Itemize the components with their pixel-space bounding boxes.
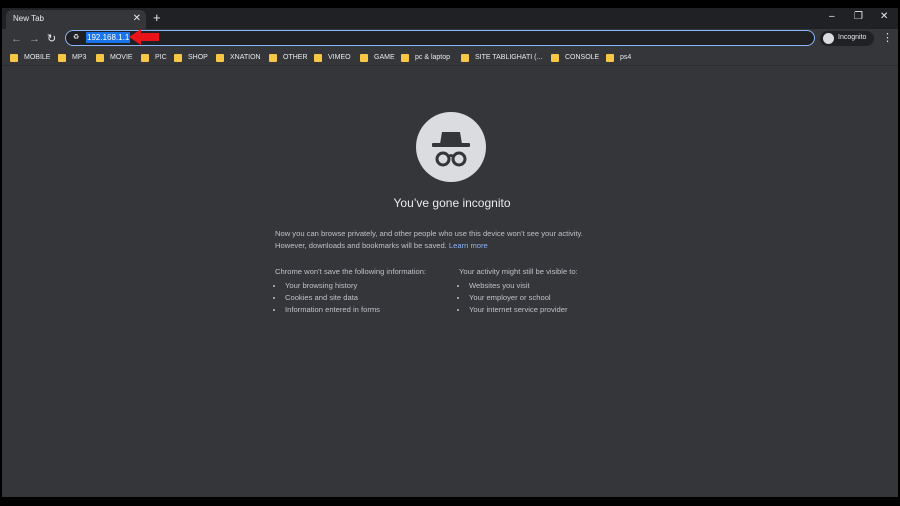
folder-icon — [141, 54, 149, 62]
list-item: Your browsing history — [284, 280, 455, 292]
bookmark-label: OTHER — [283, 54, 308, 61]
bookmark-label: GAME — [374, 54, 395, 61]
red-arrow-icon — [129, 29, 159, 45]
folder-icon — [10, 54, 18, 62]
bookmark-label: MOBILE — [24, 54, 51, 61]
folder-icon — [360, 54, 368, 62]
not-saved-title: Chrome won’t save the following informat… — [275, 267, 427, 276]
still-visible-title: Your activity might still be visible to: — [459, 267, 578, 276]
close-icon[interactable]: ✕ — [133, 13, 141, 25]
bookmark-label: MOVIE — [110, 54, 133, 61]
plus-icon[interactable]: + — [153, 11, 161, 24]
incognito-icon — [416, 112, 486, 182]
bookmark-label: VIMEO — [328, 54, 351, 61]
browser-window: New Tab ✕ + – ❐ ✕ ← → ↻ ♻ 192.168.1.1 In… — [2, 8, 898, 497]
window-close-icon[interactable]: ✕ — [880, 11, 888, 23]
folder-icon — [216, 54, 224, 62]
bookmarks-bar: MOBILE MP3 MOVIE PIC SHOP XNATION OTHER — [2, 51, 898, 66]
folder-icon — [58, 54, 66, 62]
arrow-right-icon[interactable]: → — [29, 32, 40, 46]
bookmark-label: ps4 — [620, 54, 632, 61]
site-info-icon[interactable]: ♻ — [73, 33, 79, 43]
address-bar[interactable]: ♻ 192.168.1.1 — [65, 30, 815, 46]
tab-title: New Tab — [13, 14, 44, 23]
profile-label: Incognito — [838, 34, 867, 41]
tab-strip: New Tab ✕ + – ❐ ✕ — [2, 8, 898, 29]
arrow-left-icon[interactable]: ← — [11, 32, 22, 46]
bookmark-label: PIC — [155, 54, 167, 61]
not-saved-list: Chrome won’t save the following informat… — [275, 266, 455, 316]
reload-icon[interactable]: ↻ — [47, 32, 56, 46]
minimize-icon[interactable]: – — [829, 11, 835, 23]
list-item: Your employer or school — [468, 292, 639, 304]
bookmark-label: CONSOLE — [565, 54, 600, 61]
list-item: Information entered in forms — [284, 304, 455, 316]
list-item: Websites you visit — [468, 280, 639, 292]
tab-new-tab[interactable]: New Tab ✕ — [6, 10, 146, 29]
restore-icon[interactable]: ❐ — [854, 11, 863, 23]
folder-icon — [461, 54, 469, 62]
bookmark-label: SHOP — [188, 54, 208, 61]
list-item: Your internet service provider — [468, 304, 639, 316]
folder-icon — [314, 54, 322, 62]
folder-icon — [269, 54, 277, 62]
intro-text: Now you can browse privately, and other … — [275, 228, 635, 252]
more-vert-icon[interactable]: ⋮ — [882, 32, 893, 44]
bookmark-label: SITE TABLIGHATI (... — [475, 54, 543, 61]
list-item: Cookies and site data — [284, 292, 455, 304]
learn-more-link[interactable]: Learn more — [449, 241, 488, 250]
intro-line-2: However, downloads and bookmarks will be… — [275, 241, 447, 250]
intro-line-1: Now you can browse privately, and other … — [275, 229, 583, 238]
still-visible-list: Your activity might still be visible to:… — [459, 266, 639, 316]
url-text[interactable]: 192.168.1.1 — [86, 32, 131, 43]
bookmark-label: pc & laptop — [415, 54, 451, 61]
folder-icon — [401, 54, 409, 62]
page-heading: You’ve gone incognito — [393, 196, 511, 210]
bookmark-label: XNATION — [230, 54, 261, 61]
folder-icon — [174, 54, 182, 62]
incognito-profile-button[interactable]: Incognito — [820, 31, 874, 46]
folder-icon — [606, 54, 614, 62]
incognito-avatar-icon — [823, 33, 834, 44]
folder-icon — [551, 54, 559, 62]
bookmark-label: MP3 — [72, 54, 87, 61]
folder-icon — [96, 54, 104, 62]
